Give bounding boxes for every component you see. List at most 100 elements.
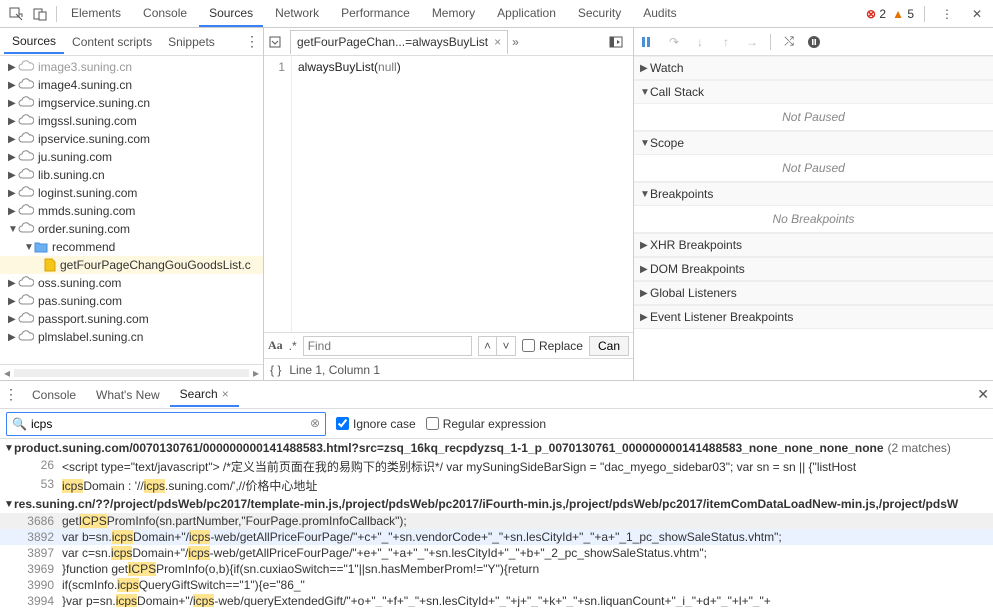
nav-tab-sources[interactable]: Sources — [4, 30, 64, 54]
section-xhr[interactable]: ▶XHR Breakpoints — [634, 233, 993, 257]
result-line: 3897var c=sn.icpsDomain+"/icps-web/getAl… — [0, 545, 993, 561]
section-dom[interactable]: ▶DOM Breakpoints — [634, 257, 993, 281]
result-line: 26<script type="text/javascript"> /*定义当前… — [0, 457, 993, 476]
code-editor[interactable]: 1 alwaysBuyList(null) — [264, 56, 633, 332]
drawer-more-icon[interactable]: ⋮ — [4, 386, 18, 403]
tree-item-expanded: ▼order.suning.com — [0, 220, 263, 238]
ignore-case-checkbox[interactable] — [336, 417, 349, 430]
inspect-icon[interactable] — [4, 2, 28, 26]
tree-item: ▶plmslabel.suning.cn — [0, 328, 263, 346]
tree-item: ▶imgservice.suning.cn — [0, 94, 263, 112]
nav-tab-snippets[interactable]: Snippets — [160, 31, 223, 53]
regex-checkbox[interactable] — [426, 417, 439, 430]
close-tab-icon[interactable]: × — [222, 387, 229, 401]
tree-item: ▶mmds.suning.com — [0, 202, 263, 220]
find-input[interactable] — [303, 336, 472, 356]
source-file-tab[interactable]: getFourPageChan...=alwaysBuyList × — [290, 30, 508, 54]
tab-dropdown-icon[interactable] — [268, 35, 286, 49]
tree-item: ▶oss.suning.com — [0, 274, 263, 292]
step-into-icon[interactable]: ↓ — [692, 35, 708, 49]
section-globals[interactable]: ▶Global Listeners — [634, 281, 993, 305]
line-gutter: 1 — [264, 56, 292, 332]
drawer-tab-whatsnew[interactable]: What's New — [86, 384, 170, 406]
tree-item: ▶ju.suning.com — [0, 148, 263, 166]
h-scrollbar[interactable]: ◂▸ — [0, 364, 263, 380]
step-icon[interactable]: → — [744, 35, 760, 49]
device-toggle-icon[interactable] — [28, 2, 52, 26]
clear-search-icon[interactable]: ⊗ — [310, 416, 320, 430]
pause-on-exceptions-icon[interactable] — [807, 35, 823, 49]
tab-audits[interactable]: Audits — [633, 1, 686, 27]
warnings-badge[interactable]: ▲ 5 — [892, 7, 914, 21]
tab-performance[interactable]: Performance — [331, 1, 420, 27]
tab-elements[interactable]: Elements — [61, 1, 131, 27]
tab-console[interactable]: Console — [133, 1, 197, 27]
tab-memory[interactable]: Memory — [422, 1, 485, 27]
search-icon: 🔍 — [12, 417, 27, 431]
search-input[interactable] — [6, 412, 326, 436]
tree-item: ▶imgssl.suning.com — [0, 112, 263, 130]
section-scope[interactable]: ▼Scope — [634, 131, 993, 155]
result-line: 3994}var p=sn.icpsDomain+"/icps-web/quer… — [0, 593, 993, 607]
tree-item: ▶passport.suning.com — [0, 310, 263, 328]
tree-item: ▶lib.suning.cn — [0, 166, 263, 184]
close-tab-icon[interactable]: × — [494, 35, 501, 49]
section-event-listeners[interactable]: ▶Event Listener Breakpoints — [634, 305, 993, 329]
tree-item: ▶image4.suning.cn — [0, 76, 263, 94]
drawer-tabs: ⋮ Console What's New Search× ✕ — [0, 381, 993, 409]
pretty-print-icon[interactable]: { } — [270, 363, 281, 377]
result-file: ▼res.suning.cn/??/project/pdsWeb/pc2017/… — [0, 495, 993, 513]
tree-folder: ▼recommend — [0, 238, 263, 256]
sources-tree[interactable]: ▶image3.suning.cn ▶image4.suning.cn ▶img… — [0, 56, 263, 364]
toggle-sidebar-icon[interactable] — [609, 36, 629, 48]
section-breakpoints[interactable]: ▼Breakpoints — [634, 182, 993, 206]
match-case-icon[interactable]: Aa — [268, 338, 283, 353]
errors-badge[interactable]: ⊗ 2 — [866, 7, 886, 21]
breakpoints-msg: No Breakpoints — [634, 206, 993, 233]
step-over-icon[interactable]: ↷ — [666, 35, 682, 49]
nav-tab-content-scripts[interactable]: Content scripts — [64, 31, 160, 53]
scope-msg: Not Paused — [634, 155, 993, 182]
find-bar: Aa .* ˄˅ Replace Can — [264, 332, 633, 358]
tab-security[interactable]: Security — [568, 1, 631, 27]
cancel-button[interactable]: Can — [589, 336, 629, 356]
tree-item: ▶loginst.suning.com — [0, 184, 263, 202]
tree-file-selected: getFourPageChangGouGoodsList.c — [0, 256, 263, 274]
more-tabs-icon[interactable]: » — [512, 35, 519, 49]
pause-icon[interactable] — [640, 36, 656, 48]
result-line: 53icpsDomain : '//icps.suning.com/',//价格… — [0, 476, 993, 495]
top-tabs: Elements Console Sources Network Perform… — [61, 1, 866, 27]
editor-status-bar: { } Line 1, Column 1 — [264, 358, 633, 380]
search-results[interactable]: ▼product.suning.com/0070130761/000000000… — [0, 439, 993, 607]
close-devtools-icon[interactable]: ✕ — [965, 2, 989, 26]
callstack-msg: Not Paused — [634, 104, 993, 131]
regex-toggle-icon[interactable]: .* — [289, 339, 297, 353]
step-out-icon[interactable]: ↑ — [718, 35, 734, 49]
tab-network[interactable]: Network — [265, 1, 329, 27]
drawer-tab-console[interactable]: Console — [22, 384, 86, 406]
section-callstack[interactable]: ▼Call Stack — [634, 80, 993, 104]
more-icon[interactable]: ⋮ — [935, 2, 959, 26]
result-line: 3686getICPSPromInfo(sn.partNumber,"FourP… — [0, 513, 993, 529]
search-bar: 🔍 ⊗ Ignore case Regular expression — [0, 409, 993, 439]
tab-sources[interactable]: Sources — [199, 1, 263, 27]
editor-tab-bar: getFourPageChan...=alwaysBuyList × » — [264, 28, 633, 56]
tree-item: ▶pas.suning.com — [0, 292, 263, 310]
devtools-toolbar: Elements Console Sources Network Perform… — [0, 0, 993, 28]
tree-item: ▶ipservice.suning.com — [0, 130, 263, 148]
debugger-controls: ↷ ↓ ↑ → ⤭ — [634, 28, 993, 56]
find-prev-icon[interactable]: ˄ — [479, 337, 497, 355]
find-next-icon[interactable]: ˅ — [497, 337, 515, 355]
deactivate-breakpoints-icon[interactable]: ⤭ — [781, 34, 797, 49]
drawer-close-icon[interactable]: ✕ — [977, 386, 989, 403]
result-line: 3892var b=sn.icpsDomain+"/icps-web/getAl… — [0, 529, 993, 545]
section-watch[interactable]: ▶Watch — [634, 56, 993, 80]
result-line: 3969}function getICPSPromInfo(o,b){if(sn… — [0, 561, 993, 577]
nav-more-icon[interactable]: ⋮ — [245, 33, 259, 50]
replace-label: Replace — [539, 339, 583, 353]
result-line: 3990if(scmInfo.icpsQueryGiftSwitch=="1")… — [0, 577, 993, 593]
cursor-position: Line 1, Column 1 — [289, 363, 380, 377]
drawer-tab-search[interactable]: Search× — [170, 383, 239, 407]
tab-application[interactable]: Application — [487, 1, 566, 27]
replace-checkbox[interactable] — [522, 339, 535, 352]
